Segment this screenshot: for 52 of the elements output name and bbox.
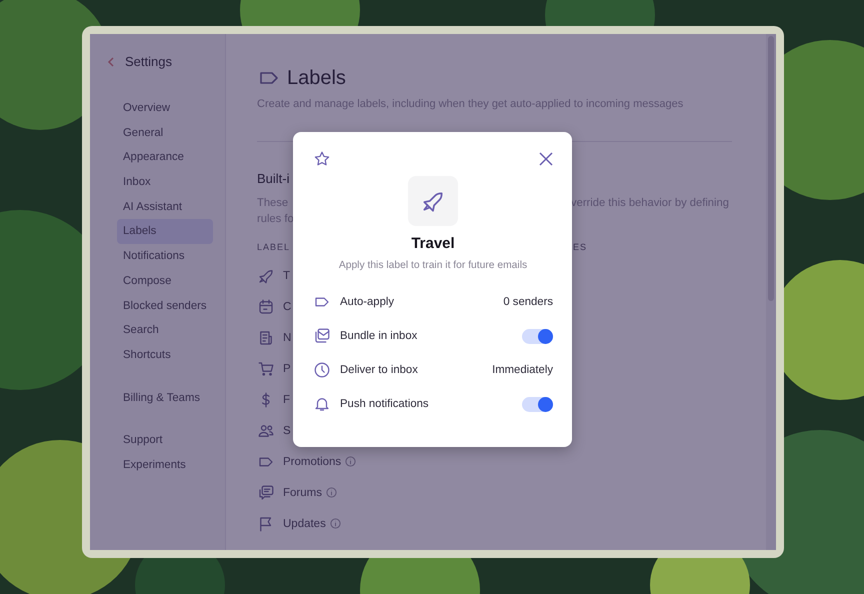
sidebar-item[interactable]: Appearance: [117, 145, 213, 170]
info-icon[interactable]: [326, 487, 337, 498]
sidebar-item[interactable]: Overview: [117, 96, 213, 121]
label-name[interactable]: C: [283, 300, 292, 312]
column-header: LABEL: [257, 242, 290, 252]
dialog-title: Travel: [410, 235, 456, 252]
label-name[interactable]: P: [283, 362, 291, 374]
column-header: ES: [573, 242, 588, 252]
setting-value[interactable]: 0 senders: [503, 296, 553, 308]
cart-icon: [257, 360, 275, 378]
sidebar-item[interactable]: Billing & Teams: [117, 386, 213, 410]
setting-value[interactable]: Immediately: [492, 364, 553, 376]
section-title: Built-i: [257, 171, 291, 186]
sidebar-item[interactable]: Support: [117, 428, 213, 453]
dialog-subtitle: Apply this label to train it for future emails: [338, 260, 528, 271]
clock-icon: [313, 361, 331, 379]
mail-stack-icon: [313, 327, 331, 345]
label-name[interactable]: Updates: [283, 518, 326, 530]
label-name[interactable]: N: [283, 332, 292, 344]
bell-icon: [313, 395, 331, 413]
info-icon[interactable]: [345, 456, 356, 467]
sidebar-item[interactable]: Search: [117, 318, 213, 343]
setting-label: Auto-apply: [340, 296, 396, 308]
close-icon[interactable]: [539, 152, 553, 166]
setting-label: Bundle in inbox: [340, 330, 418, 342]
sidebar-item[interactable]: Notifications: [117, 244, 213, 269]
sidebar-item[interactable]: Shortcuts: [117, 342, 213, 368]
label-name[interactable]: S: [283, 424, 291, 436]
scrollbar[interactable]: [766, 34, 776, 550]
sidebar-item[interactable]: AI Assistant: [117, 194, 213, 220]
calendar-icon: [257, 298, 275, 316]
page-title: Labels: [287, 66, 346, 90]
sidebar-item[interactable]: Compose: [117, 268, 213, 294]
toggle-switch[interactable]: [522, 396, 553, 412]
setting-label: Deliver to inbox: [340, 364, 419, 376]
forums-icon: [257, 484, 275, 502]
sidebar-item[interactable]: Blocked senders: [117, 294, 213, 318]
toggle-switch[interactable]: [522, 328, 553, 344]
label-name[interactable]: F: [283, 394, 290, 406]
label-name[interactable]: Forums: [283, 486, 322, 498]
info-icon[interactable]: [330, 518, 341, 529]
newspaper-icon: [257, 328, 275, 346]
star-icon[interactable]: [313, 150, 331, 168]
back-chevron-icon[interactable]: [107, 56, 115, 66]
sidebar-item[interactable]: Inbox: [117, 170, 213, 195]
sidebar-item[interactable]: Labels: [117, 219, 213, 244]
setting-label: Push notifications: [340, 398, 430, 410]
sidebar-title: Settings: [125, 54, 172, 69]
sidebar-item[interactable]: Experiments: [117, 452, 213, 478]
sidebar-item[interactable]: General: [117, 120, 213, 146]
label-name[interactable]: Promotions: [283, 456, 342, 468]
label-name[interactable]: T: [283, 270, 290, 282]
